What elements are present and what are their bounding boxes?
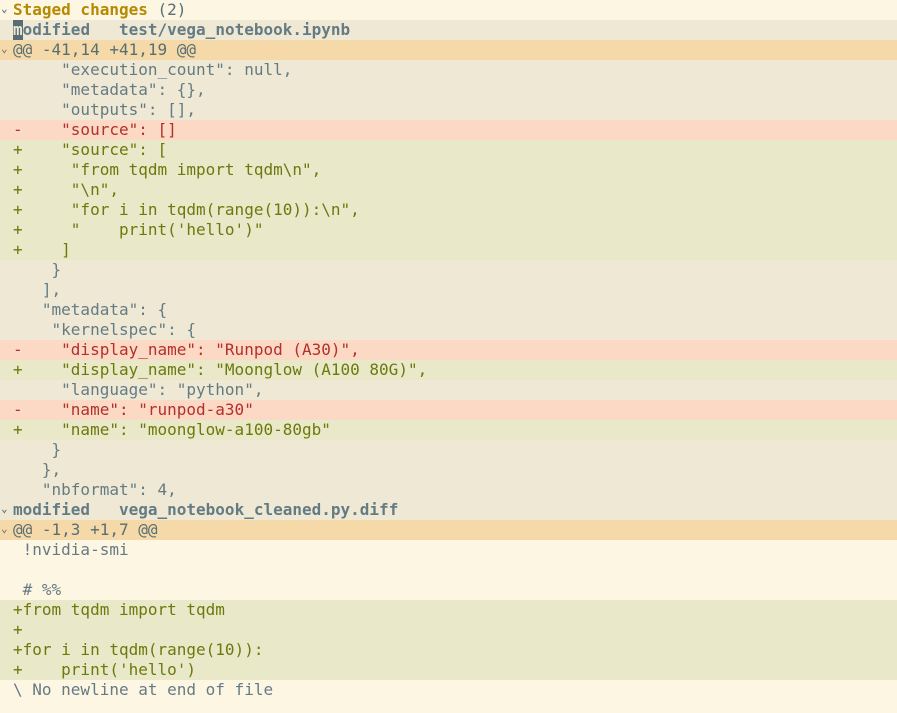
text-cursor: m	[13, 20, 23, 40]
diff-line-added[interactable]: +from tqdm import tqdm	[0, 600, 897, 620]
file-header[interactable]: ⌄ modified vega_notebook_cleaned.py.diff	[0, 500, 897, 520]
diff-line-added[interactable]: + "name": "moonglow-a100-80gb"	[0, 420, 897, 440]
hunk-range: @@ -1,3 +1,7 @@	[13, 520, 158, 539]
diff-line-context[interactable]: "execution_count": null,	[0, 60, 897, 80]
diff-line-added[interactable]: + " print('hello')"	[0, 220, 897, 240]
diff-line-context[interactable]: \ No newline at end of file	[0, 680, 897, 700]
diff-line-added[interactable]: + "for i in tqdm(range(10)):\n",	[0, 200, 897, 220]
diff-line-context[interactable]	[0, 560, 897, 580]
diff-line-added[interactable]: + print('hello')	[0, 660, 897, 680]
file-status: modified	[13, 500, 91, 519]
diff-line-context[interactable]: "nbformat": 4,	[0, 480, 897, 500]
file-header[interactable]: modified test/vega_notebook.ipynb	[0, 20, 897, 40]
hunk-header[interactable]: ⌄ @@ -1,3 +1,7 @@	[0, 520, 897, 540]
diff-line-context[interactable]: ],	[0, 280, 897, 300]
chevron-down-icon[interactable]: ⌄	[1, 520, 8, 538]
diff-line-added[interactable]: + "\n",	[0, 180, 897, 200]
diff-line-context[interactable]: "metadata": {},	[0, 80, 897, 100]
diff-line-context[interactable]: }	[0, 260, 897, 280]
staged-changes-heading[interactable]: ⌄ Staged changes (2)	[0, 0, 897, 20]
hunk-range: @@ -41,14 +41,19 @@	[13, 40, 197, 59]
diff-line-context[interactable]: !nvidia-smi	[0, 540, 897, 560]
diff-line-context[interactable]: "language": "python",	[0, 380, 897, 400]
diff-line-added[interactable]: + "from tqdm import tqdm\n",	[0, 160, 897, 180]
section-count: (2)	[157, 0, 187, 19]
diff-line-added[interactable]: +for i in tqdm(range(10)):	[0, 640, 897, 660]
diff-line-removed[interactable]: - "source": []	[0, 120, 897, 140]
section-title: Staged changes	[13, 0, 148, 19]
diff-line-context[interactable]: }	[0, 440, 897, 460]
file-path: vega_notebook_cleaned.py.diff	[118, 500, 399, 519]
hunk-body: !nvidia-smi # %% +from tqdm import tqdm + +…	[0, 540, 897, 700]
magit-status-buffer: ⌄ Staged changes (2) modified test/vega_n…	[0, 0, 897, 713]
hunk-body: "execution_count": null, "metadata": {},…	[0, 60, 897, 500]
diff-line-context[interactable]: "outputs": [],	[0, 100, 897, 120]
diff-line-added[interactable]: + "display_name": "Moonglow (A100 80G)",	[0, 360, 897, 380]
chevron-down-icon[interactable]: ⌄	[1, 0, 8, 18]
chevron-down-icon[interactable]: ⌄	[1, 40, 8, 58]
diff-line-context[interactable]: "kernelspec": {	[0, 320, 897, 340]
hunk-header[interactable]: ⌄ @@ -41,14 +41,19 @@	[0, 40, 897, 60]
chevron-down-icon[interactable]: ⌄	[1, 500, 8, 518]
diff-line-added[interactable]: + ]	[0, 240, 897, 260]
diff-line-context[interactable]: },	[0, 460, 897, 480]
file-status-rest: odified	[22, 20, 91, 39]
diff-line-removed[interactable]: - "name": "runpod-a30"	[0, 400, 897, 420]
diff-line-added[interactable]: + "source": [	[0, 140, 897, 160]
diff-line-removed[interactable]: - "display_name": "Runpod (A30)",	[0, 340, 897, 360]
file-path: test/vega_notebook.ipynb	[118, 20, 351, 39]
diff-line-context[interactable]: # %%	[0, 580, 897, 600]
diff-line-added[interactable]: +	[0, 620, 897, 640]
diff-line-context[interactable]: "metadata": {	[0, 300, 897, 320]
